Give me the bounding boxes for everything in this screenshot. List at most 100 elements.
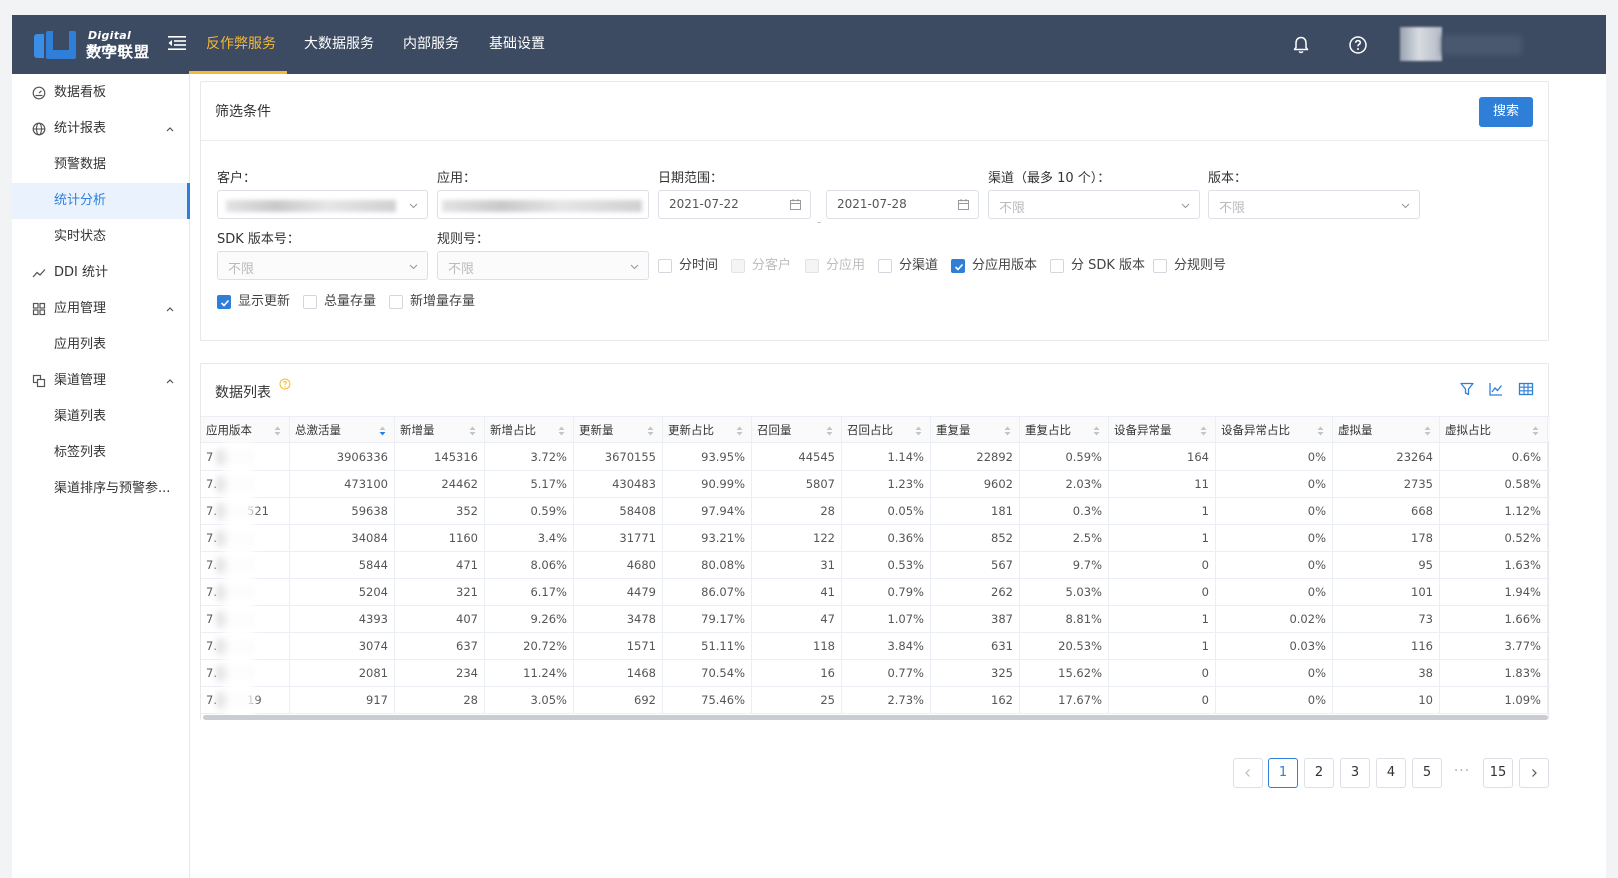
sort-icon[interactable] (1200, 426, 1207, 436)
check-icon (954, 263, 964, 271)
nav-basic-settings[interactable]: 基础设置 (489, 15, 545, 74)
table-row[interactable]: 7. 473100 24462 5.17% 430483 90.99% 5807 1.23% 9… (201, 471, 1550, 498)
logo[interactable]: Digital Union 数字联盟 (34, 29, 159, 61)
customer-select[interactable] (217, 190, 428, 219)
sidebar-item-stat-analysis[interactable]: 统计分析 (12, 183, 190, 219)
column-header[interactable]: 新增占比 (485, 417, 574, 444)
sort-icon[interactable] (1004, 426, 1011, 436)
table-row[interactable]: 7.19917283.05%69275.46%252.73%16217.67%0… (201, 687, 1550, 714)
nav-internal[interactable]: 内部服务 (403, 15, 459, 74)
horizontal-scrollbar[interactable] (203, 715, 1548, 720)
page-last-button[interactable]: 15 (1483, 758, 1513, 788)
help-icon[interactable] (1348, 35, 1368, 55)
table-row[interactable]: 7. 5204 321 6.17% 4479 86.07% 41 0.79% 262 5.03% 0… (201, 579, 1550, 606)
sort-icon[interactable] (647, 426, 654, 436)
table-cell: 0% (1216, 687, 1333, 714)
filter-icon[interactable] (1459, 381, 1475, 397)
column-header[interactable]: 召回量 (752, 417, 842, 444)
table-row[interactable]: 7. 2081 234 11.24% 1468 70.54% 16 0.77% 325 15.62… (201, 660, 1550, 687)
nav-big-data[interactable]: 大数据服务 (304, 15, 374, 74)
app-version-prefix: 7. (206, 639, 217, 653)
table-row[interactable]: 7. 34084 1160 3.4% 31771 93.21% 122 0.36% 852 2.5… (201, 525, 1550, 552)
sidebar-item-tag-list[interactable]: 标签列表 (12, 435, 190, 471)
chevron-up-icon (166, 307, 174, 312)
column-header[interactable]: 应用版本 (201, 417, 290, 444)
column-header[interactable]: 重复占比 (1020, 417, 1109, 444)
user-avatar[interactable] (1400, 27, 1528, 61)
table-row[interactable]: 7.521596383520.59%5840897.94%280.05%1810… (201, 498, 1550, 525)
date-start-picker[interactable]: 2021-07-22 (658, 190, 811, 219)
page-2-button[interactable]: 2 (1304, 758, 1334, 788)
table-row[interactable]: 7 3906336 145316 3.72% 3670155 93.95% 44545 1.1… (201, 444, 1550, 471)
table-cell: 0 (1109, 579, 1216, 606)
column-header[interactable]: 虚拟占比 (1440, 417, 1548, 444)
sidebar-item-channel-mgmt[interactable]: 渠道管理 (12, 363, 190, 399)
nav-anti-fraud[interactable]: 反作弊服务 (206, 15, 276, 74)
page-5-button[interactable]: 5 (1412, 758, 1442, 788)
sort-icon[interactable] (379, 426, 386, 436)
channel-select[interactable]: 不限 (988, 190, 1200, 219)
table-cell: 1 (1109, 606, 1216, 633)
bell-icon[interactable] (1291, 35, 1311, 55)
column-header[interactable]: 虚拟量 (1333, 417, 1440, 444)
column-header[interactable]: 设备异常量 (1109, 417, 1216, 444)
column-header[interactable]: 更新量 (574, 417, 663, 444)
search-button[interactable]: 搜索 (1479, 97, 1533, 127)
version-select[interactable]: 不限 (1208, 190, 1420, 219)
sort-icon[interactable] (915, 426, 922, 436)
check-label: 分渠道 (899, 258, 939, 273)
chevron-up-icon (166, 379, 174, 384)
sidebar-item-label: 渠道排序与预警参... (54, 481, 171, 496)
sidebar-item-realtime[interactable]: 实时状态 (12, 219, 190, 255)
sdk-version-select[interactable]: 不限 (217, 251, 428, 280)
sidebar-item-reports[interactable]: 统计报表 (12, 111, 190, 147)
sidebar-item-app-list[interactable]: 应用列表 (12, 327, 190, 363)
prev-page-button[interactable] (1233, 758, 1263, 788)
column-header[interactable]: 新增量 (395, 417, 485, 444)
app-select[interactable] (437, 190, 649, 219)
question-icon[interactable] (279, 378, 291, 390)
table-row[interactable]: 7. 3074 637 20.72% 1571 51.11% 118 3.84% 631 20.5… (201, 633, 1550, 660)
column-header[interactable]: 召回占比 (842, 417, 931, 444)
next-page-button[interactable] (1519, 758, 1549, 788)
sort-icon[interactable] (1317, 426, 1324, 436)
column-header[interactable]: 重复量 (931, 417, 1020, 444)
sort-icon[interactable] (736, 426, 743, 436)
sort-icon[interactable] (558, 426, 565, 436)
table-cell: 8.06% (485, 552, 574, 579)
app-version-prefix: 7. (206, 585, 217, 599)
column-header[interactable]: 设备异常占比 (1216, 417, 1333, 444)
date-end-picker[interactable]: 2021-07-28 (826, 190, 979, 219)
column-header-label: 召回量 (757, 423, 792, 437)
sort-icon[interactable] (274, 426, 281, 436)
sort-icon[interactable] (1532, 426, 1539, 436)
line-chart-icon[interactable] (1488, 381, 1504, 397)
sidebar-item-app-mgmt[interactable]: 应用管理 (12, 291, 190, 327)
sidebar-item-alert-data[interactable]: 预警数据 (12, 147, 190, 183)
table-icon[interactable] (1518, 381, 1534, 397)
sidebar-item-channel-list[interactable]: 渠道列表 (12, 399, 190, 435)
sort-icon[interactable] (469, 426, 476, 436)
rule-select[interactable]: 不限 (437, 251, 649, 280)
table-row[interactable]: 7. 5844 471 8.06% 4680 80.08% 31 0.53% 567 9.7% 0 0… (201, 552, 1550, 579)
menu-fold-icon[interactable] (168, 35, 186, 51)
checkbox (951, 259, 965, 273)
table-cell: 2735 (1333, 471, 1440, 498)
page-1-button[interactable]: 1 (1268, 758, 1298, 788)
page-ellipsis[interactable]: ··· (1447, 758, 1477, 788)
sidebar-item-channel-sort[interactable]: 渠道排序与预警参... (12, 471, 190, 507)
sidebar-item-ddi[interactable]: DDI 统计 (12, 255, 190, 291)
table-cell: 6.17% (485, 579, 574, 606)
sidebar-item-dashboard[interactable]: 数据看板 (12, 75, 190, 111)
sort-icon[interactable] (1093, 426, 1100, 436)
channel-label: 渠道（最多 10 个）： (988, 171, 1111, 186)
sort-icon[interactable] (1424, 426, 1431, 436)
page-4-button[interactable]: 4 (1376, 758, 1406, 788)
page-3-button[interactable]: 3 (1340, 758, 1370, 788)
channel-placeholder: 不限 (999, 201, 1026, 216)
column-header[interactable]: 总激活量 (290, 417, 395, 444)
table-row[interactable]: 7 4393 407 9.26% 3478 79.17% 47 1.07% 387 8.81% 1 0… (201, 606, 1550, 633)
column-header[interactable]: 更新占比 (663, 417, 752, 444)
sort-icon[interactable] (826, 426, 833, 436)
table-cell: 164 (1109, 444, 1216, 471)
